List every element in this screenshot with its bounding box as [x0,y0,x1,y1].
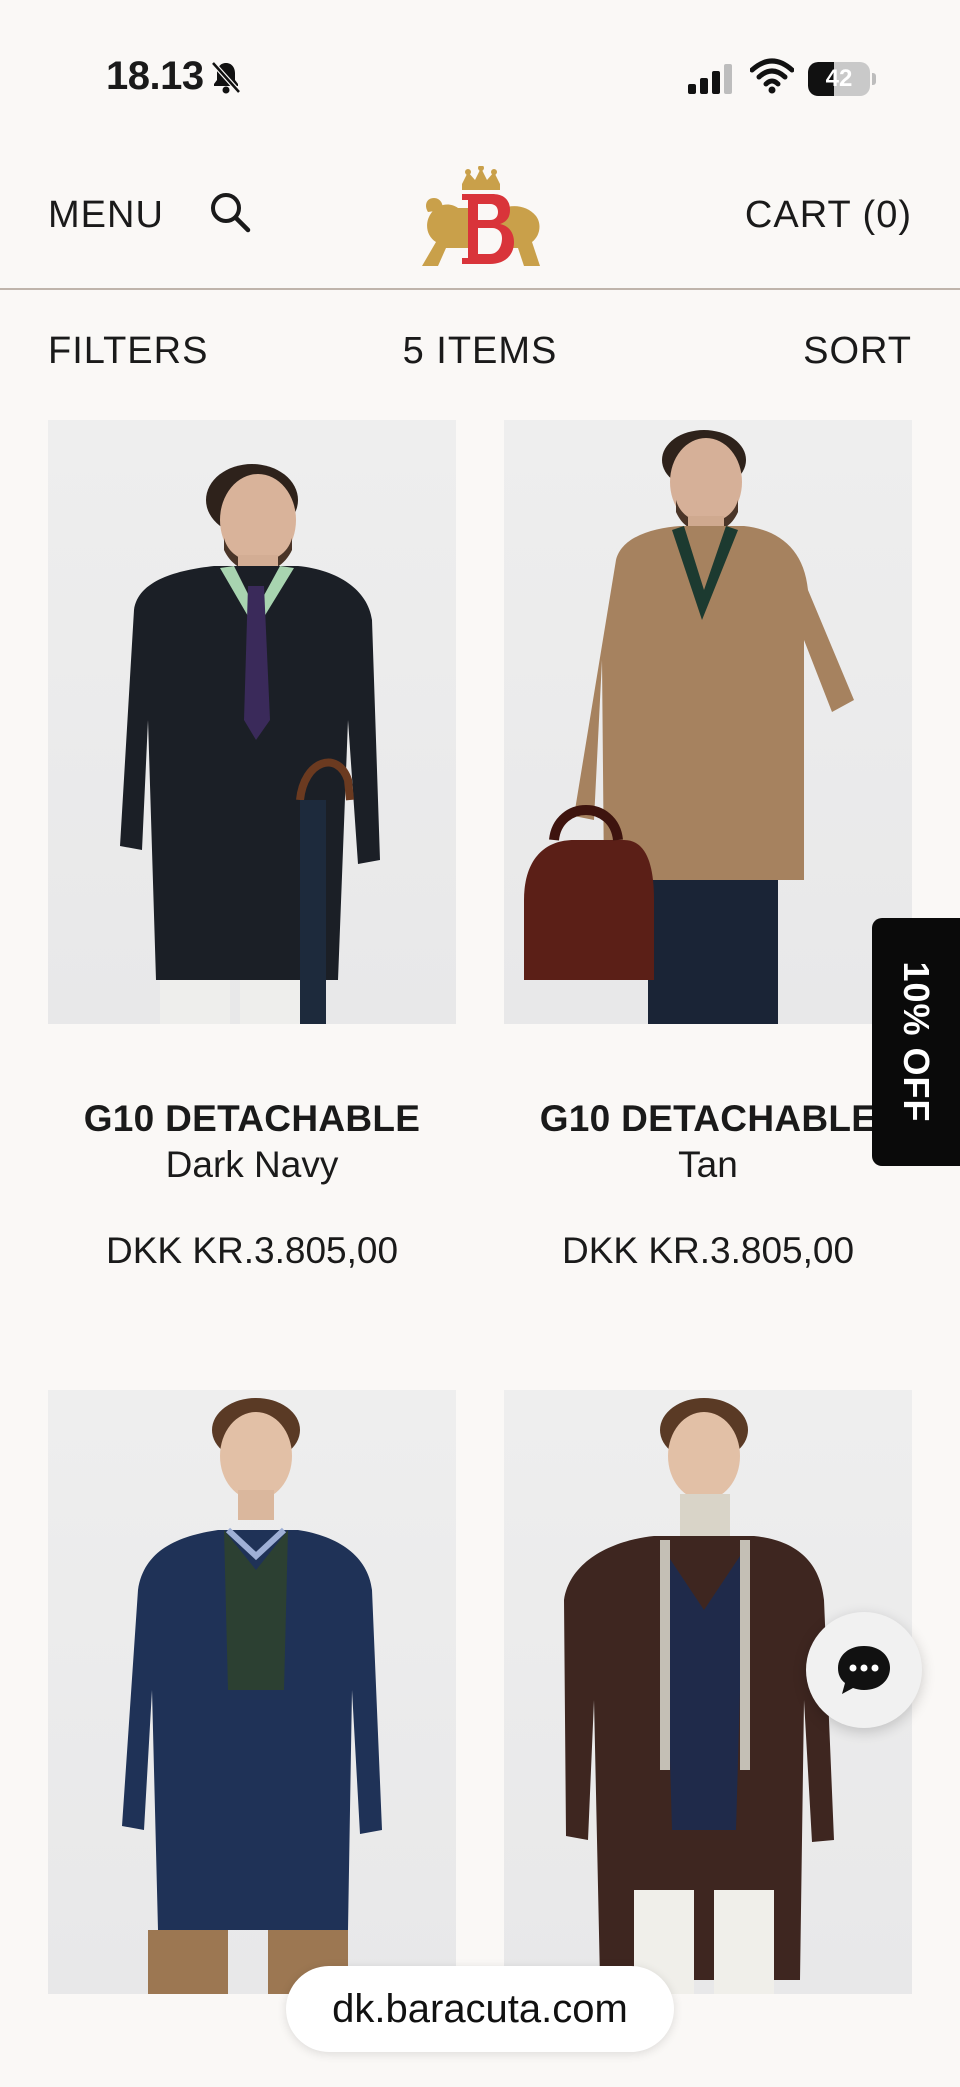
status-bar: 18.13 42 [0,0,960,150]
sort-button[interactable]: SORT [803,330,912,373]
battery-percentage: 42 [825,65,853,92]
discount-tab[interactable]: 10% OFF [872,918,960,1166]
search-icon[interactable] [208,190,252,234]
chat-button[interactable] [806,1612,922,1728]
signal-icon [688,64,732,94]
cart-button[interactable]: CART (0) [745,194,912,237]
battery-icon: 42 [808,62,876,96]
product-image[interactable] [48,1390,456,1994]
product-price: DKK KR.3.805,00 [561,1230,855,1271]
product-color: Dark Navy [165,1144,339,1185]
bell-slash-icon [211,61,241,94]
product-image[interactable] [48,420,456,1024]
product-image[interactable] [504,420,912,1024]
brand-logo[interactable] [418,166,544,276]
status-time: 18.13 [106,54,204,98]
browser-url-bar[interactable]: dk.baracuta.com [286,1966,674,2052]
listing-toolbar: FILTERS 5 ITEMS SORT [0,330,960,378]
discount-label: 10% OFF [896,961,937,1123]
chat-bubble-icon [838,1646,890,1694]
product-name[interactable]: G10 DETACHABLE [48,1098,456,1140]
product-name[interactable]: G10 DETACHABLE [504,1098,912,1140]
menu-button[interactable]: MENU [48,194,164,237]
wifi-icon [750,58,794,94]
product-color: Tan [678,1144,738,1185]
site-header: MENU CART (0) [0,160,960,290]
product-price: DKK KR.3.805,00 [105,1230,399,1271]
